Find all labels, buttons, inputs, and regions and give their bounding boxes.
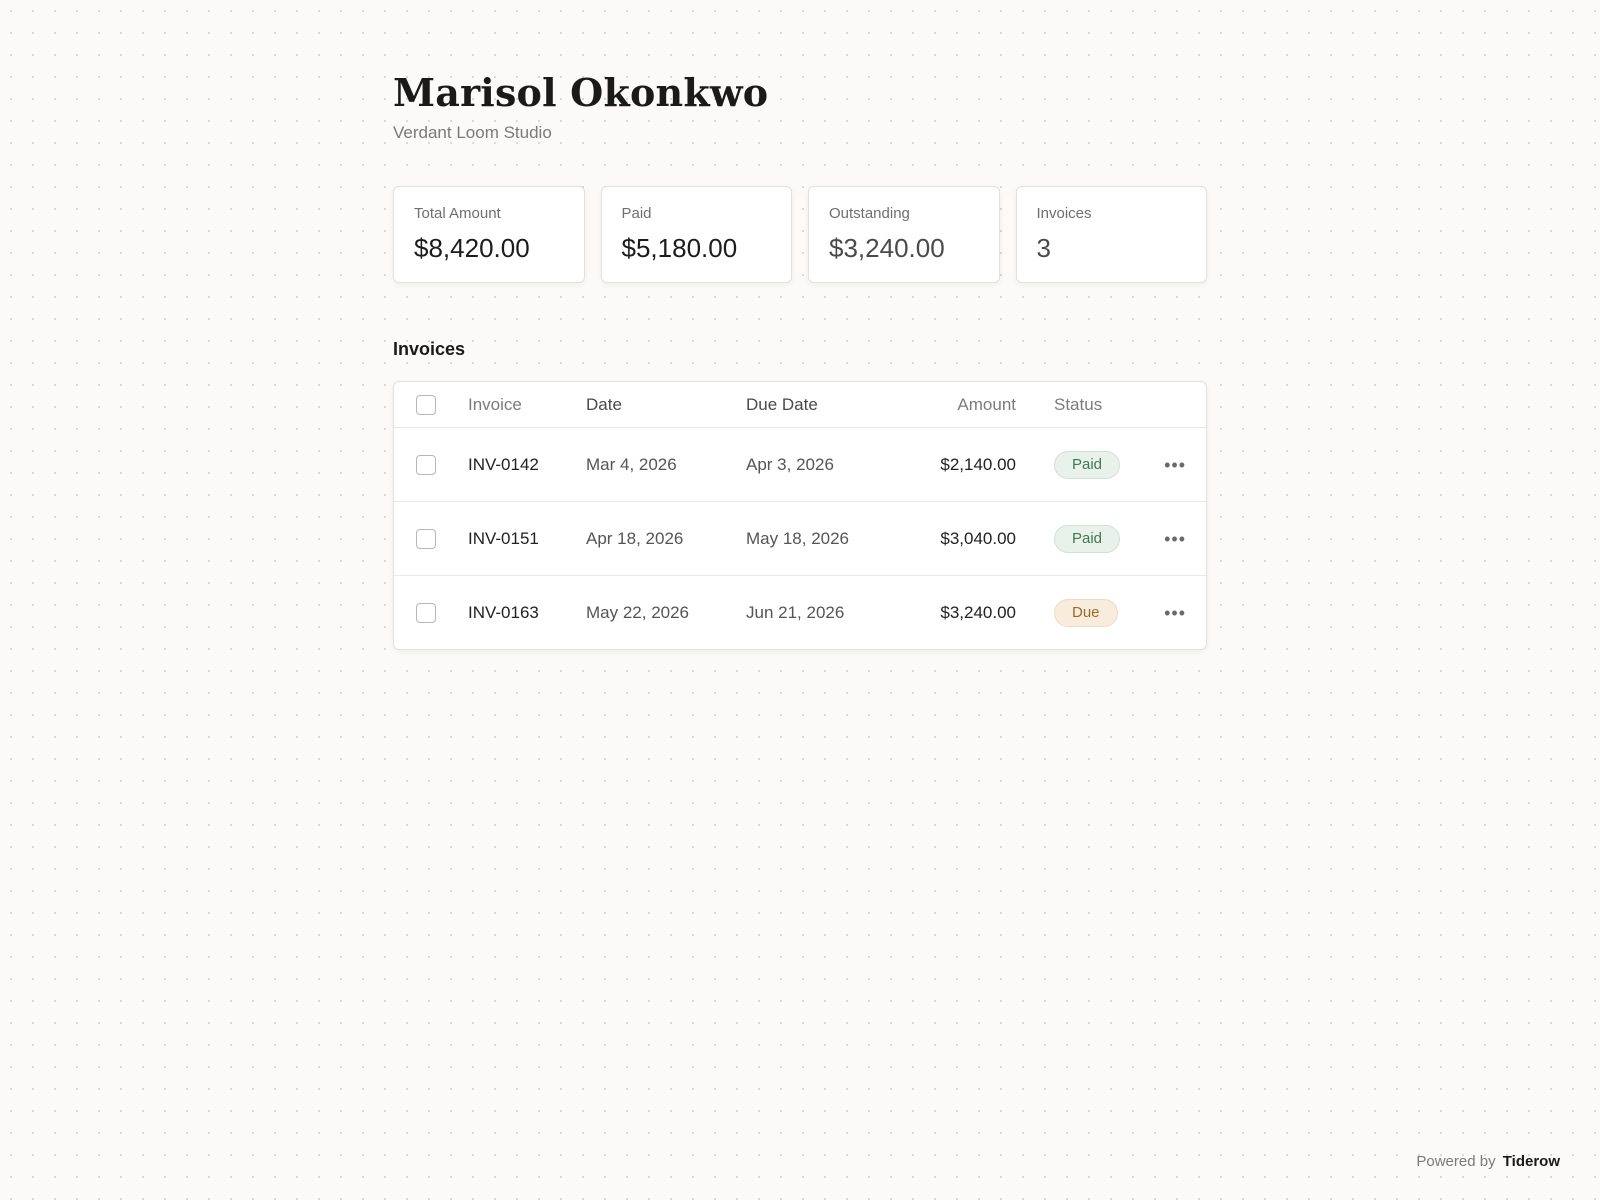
status-badge: Due bbox=[1054, 598, 1118, 627]
client-name: Marisol Okonkwo bbox=[393, 70, 769, 115]
table-header: Invoice Date Due Date Amount Status bbox=[394, 382, 1206, 427]
invoice-amount: $3,040.00 bbox=[940, 528, 1016, 548]
stat-label: Invoices bbox=[1036, 205, 1092, 222]
more-options-icon[interactable]: ••• bbox=[1164, 604, 1186, 622]
invoices-table: Invoice Date Due Date Amount Status INV-… bbox=[393, 381, 1207, 650]
select-all-checkbox[interactable] bbox=[416, 394, 436, 415]
invoice-date: Apr 18, 2026 bbox=[586, 528, 684, 548]
more-options-icon[interactable]: ••• bbox=[1164, 456, 1186, 474]
table-row[interactable]: INV-0142 Mar 4, 2026 Apr 3, 2026 $2,140.… bbox=[394, 427, 1206, 501]
stat-value: $3,240.00 bbox=[829, 233, 945, 263]
status-badge: Paid bbox=[1054, 450, 1121, 479]
company-name: Verdant Loom Studio bbox=[393, 123, 552, 142]
table-row[interactable]: INV-0163 May 22, 2026 Jun 21, 2026 $3,24… bbox=[394, 575, 1206, 649]
row-checkbox[interactable] bbox=[416, 528, 436, 549]
invoices-section-title: Invoices bbox=[393, 339, 466, 359]
brand-link[interactable]: Tiderow bbox=[1503, 1153, 1560, 1170]
stat-card-total: Total Amount $8,420.00 bbox=[393, 186, 585, 283]
powered-by-label: Powered by bbox=[1416, 1153, 1496, 1170]
stat-card-invoices: Invoices 3 bbox=[1015, 186, 1207, 283]
column-header-amount[interactable]: Amount bbox=[896, 395, 1016, 415]
stats-row: Total Amount $8,420.00 Paid $5,180.00 Ou… bbox=[393, 186, 1207, 283]
table-row[interactable]: INV-0151 Apr 18, 2026 May 18, 2026 $3,04… bbox=[394, 501, 1206, 575]
invoice-amount: $3,240.00 bbox=[940, 602, 1016, 622]
more-options-icon[interactable]: ••• bbox=[1164, 530, 1186, 548]
invoice-amount: $2,140.00 bbox=[940, 454, 1016, 474]
stat-label: Paid bbox=[621, 205, 652, 222]
column-header-invoice[interactable]: Invoice bbox=[468, 395, 586, 415]
column-header-status[interactable]: Status bbox=[1016, 395, 1156, 415]
column-header-due-date[interactable]: Due Date bbox=[746, 395, 896, 415]
stat-card-outstanding: Outstanding $3,240.00 bbox=[808, 186, 1000, 283]
invoice-number[interactable]: INV-0163 bbox=[468, 603, 586, 623]
invoice-number[interactable]: INV-0151 bbox=[468, 529, 586, 549]
invoice-number[interactable]: INV-0142 bbox=[468, 455, 586, 475]
column-header-date[interactable]: Date bbox=[586, 395, 746, 415]
row-checkbox[interactable] bbox=[416, 454, 436, 475]
stat-value: $8,420.00 bbox=[414, 233, 530, 263]
invoice-due-date: Jun 21, 2026 bbox=[746, 602, 845, 622]
status-badge: Paid bbox=[1054, 524, 1121, 553]
invoice-due-date: May 18, 2026 bbox=[746, 528, 850, 548]
stat-card-paid: Paid $5,180.00 bbox=[600, 186, 792, 283]
invoice-due-date: Apr 3, 2026 bbox=[746, 454, 834, 474]
invoice-date: May 22, 2026 bbox=[586, 602, 690, 622]
row-checkbox[interactable] bbox=[416, 602, 436, 623]
client-page: Marisol Okonkwo Verdant Loom Studio Tota… bbox=[393, 70, 1207, 650]
stat-label: Total Amount bbox=[414, 205, 501, 222]
powered-by-footer: Powered by Tiderow bbox=[1416, 1153, 1560, 1170]
invoice-date: Mar 4, 2026 bbox=[586, 454, 677, 474]
stat-value: 3 bbox=[1036, 233, 1051, 263]
stat-label: Outstanding bbox=[829, 205, 910, 222]
stat-value: $5,180.00 bbox=[621, 233, 738, 263]
